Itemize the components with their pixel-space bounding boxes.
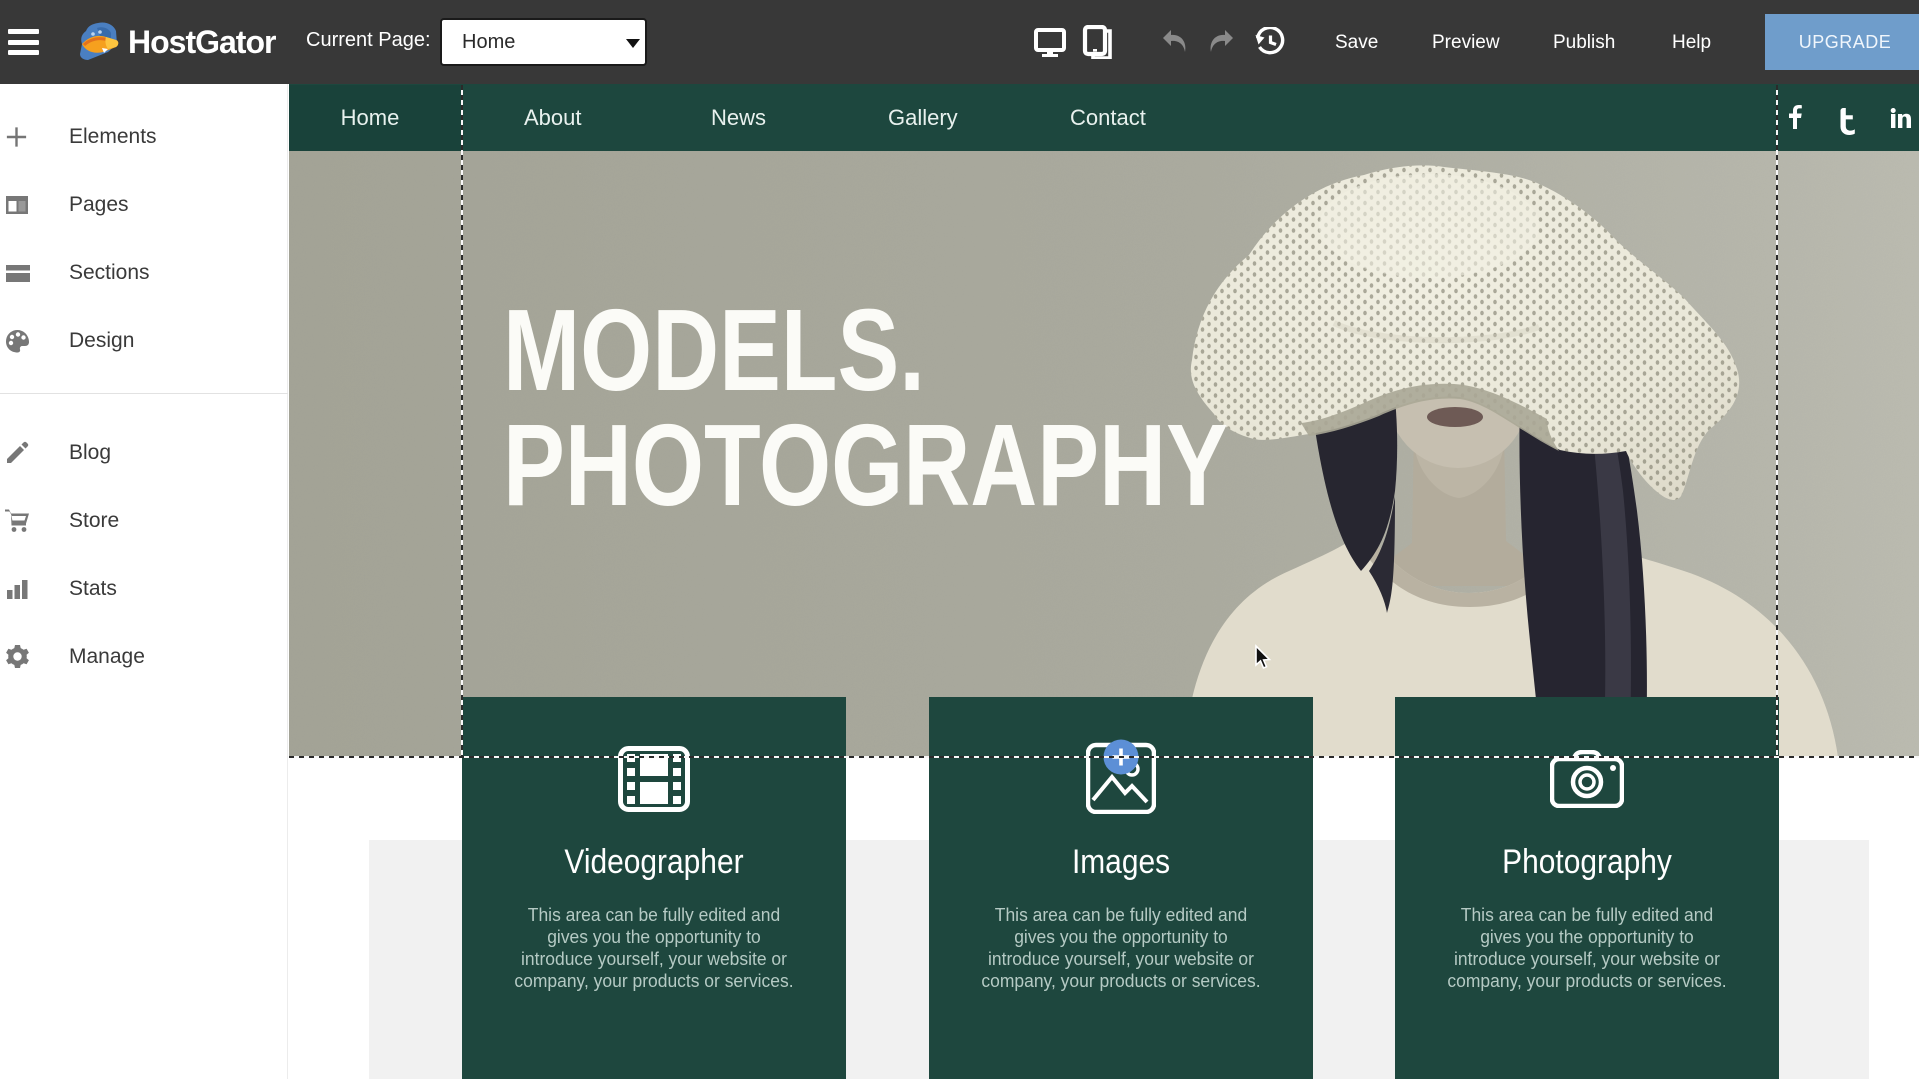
svg-text:PHOTOGRAPHY: PHOTOGRAPHY bbox=[503, 400, 1228, 530]
svg-text:MODELS.: MODELS. bbox=[503, 285, 925, 415]
